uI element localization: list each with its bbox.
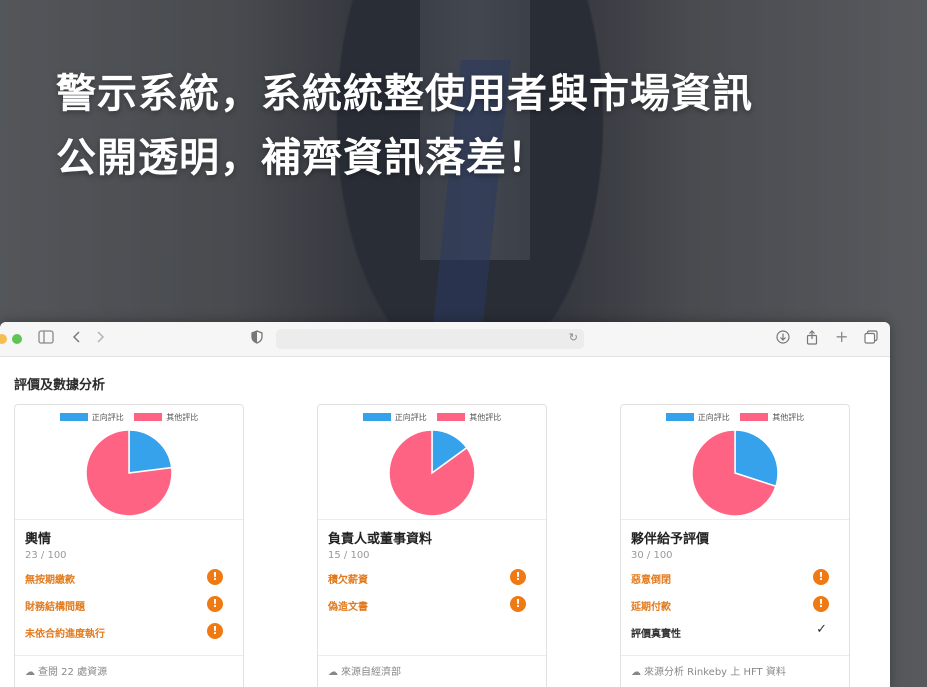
new-tab-icon[interactable]: + [835,328,848,346]
legend-swatch-positive [59,413,88,421]
card-title: 輿情 [25,532,52,547]
headline-line-2: 公開透明，補齊資訊落差！ [56,135,548,181]
legend-item-positive[interactable]: 正向評比 [665,413,730,422]
pie-chart-container: 正向評比 其他評比 [15,405,243,520]
verified-label: 評價真實性 [631,629,681,640]
verified-item[interactable]: 評價真實性 ✓ [631,622,839,652]
warning-icon: ! [813,569,829,585]
shield-icon[interactable] [251,330,263,349]
issue-item[interactable]: 延期付款! [631,596,839,625]
legend-item-other[interactable]: 其他評比 [134,413,198,422]
download-icon[interactable] [776,330,790,349]
card-source-label: 來源分析 Rinkeby 上 HFT 資料 [644,667,786,678]
issue-item[interactable]: 偽造文書! [328,596,536,625]
issue-item[interactable]: 積欠薪資! [328,569,536,598]
tabs-icon[interactable] [864,330,878,349]
issue-item[interactable]: 未依合約進度執行! [25,623,233,652]
issue-item[interactable]: 無按期繳款! [25,569,233,598]
cloud-icon: ☁ [328,667,338,678]
card-score: 30 / 100 [631,550,673,561]
issue-label: 延期付款 [631,602,671,613]
chart-legend: 正向評比 其他評比 [15,412,243,423]
legend-label-positive: 正向評比 [91,413,124,422]
reload-icon[interactable]: ↻ [569,331,578,344]
card-source-label: 來源自經濟部 [341,667,401,678]
issue-item[interactable]: 惡意倒閉! [631,569,839,598]
checkmark-icon: ✓ [816,622,827,637]
issue-label: 惡意倒閉 [631,575,671,586]
card-source-label: 查閱 22 處資源 [38,667,108,678]
analysis-card-partners: 正向評比 其他評比 夥伴給予評價 30 / 100 惡意倒閉! 延期付款! 評價… [620,404,850,687]
legend-item-other[interactable]: 其他評比 [740,413,804,422]
legend-item-positive[interactable]: 正向評比 [59,413,124,422]
cloud-icon: ☁ [631,667,641,678]
legend-swatch-other [437,413,466,421]
browser-toolbar: ↻ + [0,322,890,357]
analysis-card-sentiment: 正向評比 其他評比 輿情 23 / 100 無按期繳款! 財務結構問題! 未依合… [14,404,244,687]
warning-icon: ! [510,569,526,585]
pie-chart-container: 正向評比 其他評比 [621,405,849,520]
address-bar[interactable]: ↻ [276,329,584,349]
legend-swatch-other [740,413,769,421]
issue-label: 偽造文書 [328,602,368,613]
section-title: 評價及數據分析 [14,378,106,393]
legend-item-other[interactable]: 其他評比 [437,413,501,422]
card-source: ☁ 來源自經濟部 [318,655,546,685]
legend-label-other: 其他評比 [166,413,199,422]
card-source: ☁ 來源分析 Rinkeby 上 HFT 資料 [621,655,849,685]
issue-label: 財務結構問題 [25,602,85,613]
legend-label-other: 其他評比 [469,413,502,422]
legend-label-other: 其他評比 [772,413,805,422]
issue-label: 未依合約進度執行 [25,629,105,640]
card-title: 負責人或董事資料 [328,532,433,547]
minimize-button[interactable] [0,334,7,344]
pie-slice-positive[interactable] [128,429,173,474]
pie-chart [85,429,173,517]
card-title: 夥伴給予評價 [631,532,710,547]
analysis-card-directors: 正向評比 其他評比 負責人或董事資料 15 / 100 積欠薪資! 偽造文書! … [317,404,547,687]
legend-swatch-other [134,413,163,421]
issue-item[interactable]: 財務結構問題! [25,596,233,625]
pie-chart [691,429,779,517]
zoom-button[interactable] [12,334,22,344]
sidebar-icon[interactable] [38,330,54,349]
warning-icon: ! [207,596,223,612]
card-source: ☁ 查閱 22 處資源 [15,655,243,685]
legend-swatch-positive [362,413,391,421]
warning-icon: ! [510,596,526,612]
legend-label-positive: 正向評比 [697,413,730,422]
headline-line-1: 警示系統，系統統整使用者與市場資訊 [56,71,753,117]
share-icon[interactable] [806,330,818,350]
pie-chart-container: 正向評比 其他評比 [318,405,546,520]
legend-label-positive: 正向評比 [394,413,427,422]
browser-window: ↻ + 評價及數據分析 正向評比 其他評比 輿情 23 / 100 無按期繳款!… [0,322,890,687]
chart-legend: 正向評比 其他評比 [621,412,849,423]
chart-legend: 正向評比 其他評比 [318,412,546,423]
issue-label: 無按期繳款 [25,575,75,586]
warning-icon: ! [207,569,223,585]
legend-item-positive[interactable]: 正向評比 [362,413,427,422]
headline: 警示系統，系統統整使用者與市場資訊 公開透明，補齊資訊落差！ [56,62,753,190]
forward-icon[interactable] [95,330,105,349]
legend-swatch-positive [665,413,694,421]
warning-icon: ! [207,623,223,639]
pie-chart [388,429,476,517]
warning-icon: ! [813,596,829,612]
issue-label: 積欠薪資 [328,575,368,586]
back-icon[interactable] [72,330,82,349]
cloud-icon: ☁ [25,667,35,678]
card-score: 23 / 100 [25,550,67,561]
card-score: 15 / 100 [328,550,370,561]
